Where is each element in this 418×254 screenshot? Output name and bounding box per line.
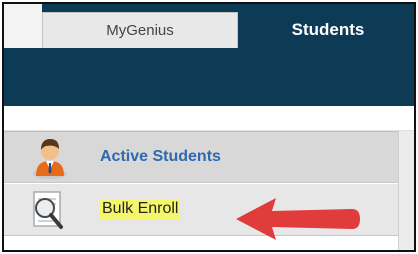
sub-band bbox=[4, 106, 414, 131]
menu-label-bulk-enroll: Bulk Enroll bbox=[100, 199, 181, 219]
tab-spacer bbox=[4, 4, 42, 48]
menu-item-active-students[interactable]: Active Students bbox=[4, 131, 398, 183]
tab-students[interactable]: Students bbox=[242, 12, 414, 48]
menu-rail bbox=[398, 131, 414, 250]
tab-students-label: Students bbox=[291, 20, 365, 39]
tab-mygenius[interactable]: MyGenius bbox=[42, 12, 238, 48]
menu-label-active-students: Active Students bbox=[100, 148, 221, 165]
magnifier-document-icon bbox=[33, 191, 63, 229]
person-icon bbox=[33, 139, 67, 179]
tab-mygenius-label: MyGenius bbox=[106, 22, 174, 39]
tab-bar: MyGenius Students bbox=[4, 4, 414, 48]
nav-band bbox=[4, 48, 414, 106]
app-window: MyGenius Students Active Students Bulk E… bbox=[2, 2, 416, 252]
red-arrow-annotation bbox=[236, 198, 360, 240]
